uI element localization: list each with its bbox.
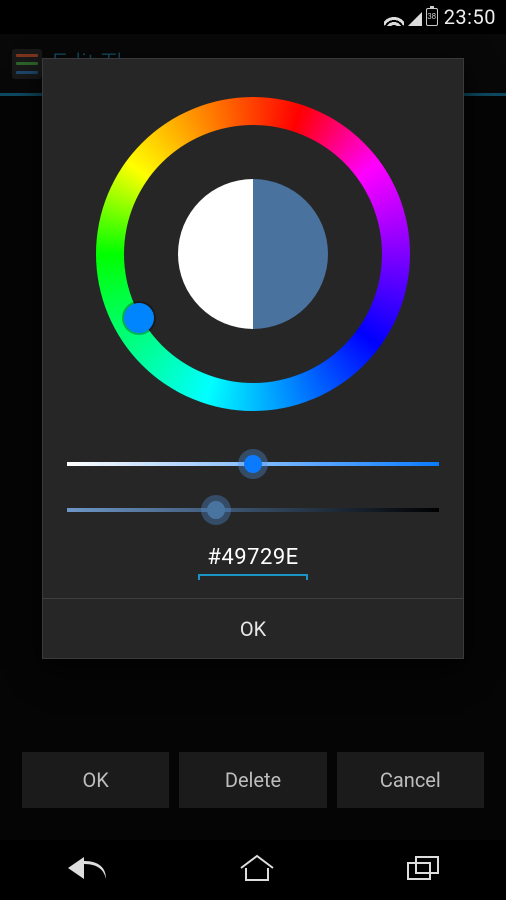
- color-wheel[interactable]: [96, 97, 410, 411]
- saturation-thumb[interactable]: [238, 449, 268, 479]
- home-nav-icon[interactable]: [237, 853, 277, 887]
- saturation-slider[interactable]: [67, 459, 439, 469]
- saturation-thumb-inner: [244, 455, 262, 473]
- color-picker-dialog: #49729E OK: [42, 58, 464, 659]
- battery-level: 38: [427, 13, 436, 21]
- delete-button-background[interactable]: Delete: [179, 752, 326, 808]
- dialog-ok-button[interactable]: OK: [43, 598, 463, 658]
- dialog-body: #49729E: [43, 59, 463, 598]
- value-track: [67, 508, 439, 512]
- battery-icon: 38: [426, 8, 438, 26]
- value-thumb-inner: [207, 501, 225, 519]
- preview-old-color: [178, 179, 253, 329]
- recents-nav-icon[interactable]: [404, 853, 442, 887]
- value-thumb[interactable]: [201, 495, 231, 525]
- preview-new-color: [253, 179, 328, 329]
- status-icons: 38: [384, 8, 438, 26]
- status-time: 23:50: [444, 5, 496, 29]
- ok-button-background[interactable]: OK: [22, 752, 169, 808]
- hex-input[interactable]: #49729E: [198, 545, 308, 580]
- android-nav-bar: [0, 840, 506, 900]
- back-nav-icon[interactable]: [64, 853, 110, 887]
- value-slider[interactable]: [67, 505, 439, 515]
- signal-icon: [408, 12, 422, 26]
- status-bar: 38 23:50: [0, 0, 506, 34]
- screen: 38 23:50 Edit Theme OK Delete Cancel: [0, 0, 506, 900]
- sliders: [67, 459, 439, 515]
- cancel-button-background[interactable]: Cancel: [337, 752, 484, 808]
- wifi-icon: [384, 10, 404, 26]
- hue-thumb[interactable]: [124, 303, 154, 333]
- hex-value[interactable]: #49729E: [198, 545, 308, 576]
- background-action-row: OK Delete Cancel: [22, 752, 484, 808]
- color-preview: [178, 179, 328, 329]
